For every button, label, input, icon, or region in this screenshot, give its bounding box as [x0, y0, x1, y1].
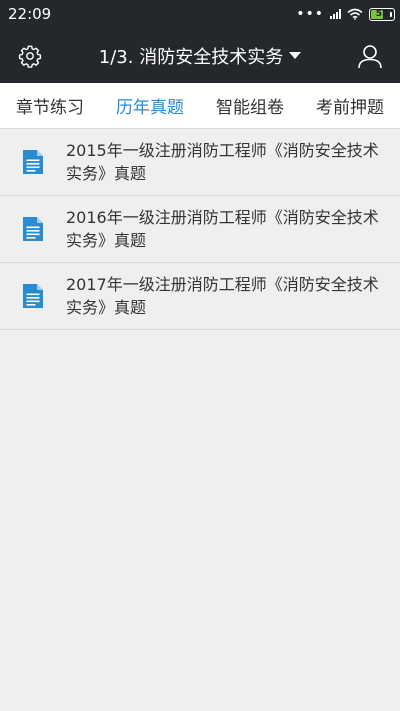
- header: 1/3. 消防安全技术实务: [0, 28, 400, 83]
- course-selector[interactable]: 1/3. 消防安全技术实务: [98, 43, 302, 69]
- settings-button[interactable]: [16, 42, 44, 70]
- battery-level: 52: [375, 8, 389, 19]
- status-time: 22:09: [8, 5, 52, 23]
- tab-chapter-practice[interactable]: 章节练习: [10, 93, 90, 118]
- tab-predicted-questions[interactable]: 考前押题: [310, 93, 390, 118]
- status-bar: 22:09 ••• 52: [0, 0, 400, 28]
- caret-down-icon: [289, 51, 302, 59]
- exam-list: 2015年一级注册消防工程师《消防安全技术实务》真题 2016年一级注册消防工程…: [0, 129, 400, 330]
- status-icons: ••• 52: [296, 6, 395, 22]
- top-bar: 22:09 ••• 52 1/3. 消防安全技术实务: [0, 0, 400, 83]
- list-item-title: 2017年一级注册消防工程师《消防安全技术实务》真题: [66, 275, 379, 317]
- document-icon: [23, 217, 43, 241]
- tab-past-exams[interactable]: 历年真题: [110, 93, 190, 118]
- list-item-title: 2015年一级注册消防工程师《消防安全技术实务》真题: [66, 141, 379, 183]
- notification-dots-icon: •••: [296, 6, 324, 22]
- tab-smart-paper[interactable]: 智能组卷: [210, 93, 290, 118]
- wifi-icon: [347, 8, 363, 20]
- user-icon: [358, 44, 382, 68]
- battery-icon: 52: [369, 7, 395, 21]
- signal-icon: [330, 9, 341, 19]
- document-icon: [23, 284, 43, 308]
- profile-button[interactable]: [356, 42, 384, 70]
- list-item-title: 2016年一级注册消防工程师《消防安全技术实务》真题: [66, 208, 379, 250]
- page-title: 1/3. 消防安全技术实务: [98, 46, 284, 68]
- list-item[interactable]: 2016年一级注册消防工程师《消防安全技术实务》真题: [0, 196, 400, 263]
- document-icon: [23, 150, 43, 174]
- gear-icon: [18, 45, 42, 68]
- tab-bar: 章节练习 历年真题 智能组卷 考前押题: [0, 83, 400, 129]
- list-item[interactable]: 2017年一级注册消防工程师《消防安全技术实务》真题: [0, 263, 400, 330]
- list-item[interactable]: 2015年一级注册消防工程师《消防安全技术实务》真题: [0, 129, 400, 196]
